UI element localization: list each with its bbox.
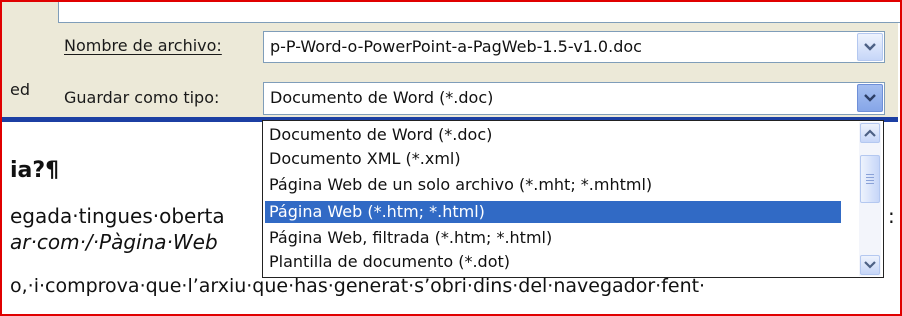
chevron-up-icon	[864, 129, 876, 137]
filename-dropdown-button[interactable]	[857, 33, 883, 61]
document-heading: ia?¶	[10, 158, 60, 183]
filename-input[interactable]: p-P-Word-o-PowerPoint-a-PagWeb-1.5-v1.0.…	[263, 31, 885, 63]
filename-input-value: p-P-Word-o-PowerPoint-a-PagWeb-1.5-v1.0.…	[270, 37, 642, 56]
savetype-label: Guardar como tipo:	[64, 88, 220, 107]
document-line-1-right: :	[888, 204, 895, 228]
filename-label: Nombre de archivo:	[64, 36, 222, 55]
option-web-filtered[interactable]: Página Web, filtrada (*.htm; *.html)	[265, 227, 841, 249]
document-line-2: ar·com·/·Pàgina·Web	[10, 230, 218, 254]
places-bar-partial-label: ed	[10, 80, 30, 99]
scroll-down-button[interactable]	[860, 255, 880, 275]
option-dot-template[interactable]: Plantilla de documento (*.dot)	[265, 251, 841, 273]
savetype-dropdown-list[interactable]: Documento de Word (*.doc) Documento XML …	[262, 120, 884, 278]
dropdown-scrollbar[interactable]	[859, 122, 881, 276]
savetype-select[interactable]: Documento de Word (*.doc)	[263, 82, 885, 115]
option-mht[interactable]: Página Web de un solo archivo (*.mht; *.…	[265, 174, 841, 196]
chevron-down-icon	[864, 43, 876, 51]
option-web-page-selected[interactable]: Página Web (*.htm; *.html)	[265, 201, 841, 223]
scroll-up-button[interactable]	[860, 123, 880, 143]
savetype-dropdown-button[interactable]	[857, 84, 883, 112]
savetype-select-value: Documento de Word (*.doc)	[270, 88, 494, 107]
document-line-1: egada·tingues·oberta	[10, 204, 225, 228]
file-browser-pane-edge	[58, 2, 902, 23]
document-line-3: o,·i·comprova·que·l’arxiu·que·has·genera…	[10, 275, 706, 297]
grip-icon	[866, 173, 874, 185]
scroll-thumb[interactable]	[860, 155, 880, 203]
chevron-down-icon	[864, 261, 876, 269]
option-xml[interactable]: Documento XML (*.xml)	[265, 148, 841, 170]
option-word-doc[interactable]: Documento de Word (*.doc)	[265, 124, 841, 146]
chevron-down-icon	[864, 94, 876, 102]
